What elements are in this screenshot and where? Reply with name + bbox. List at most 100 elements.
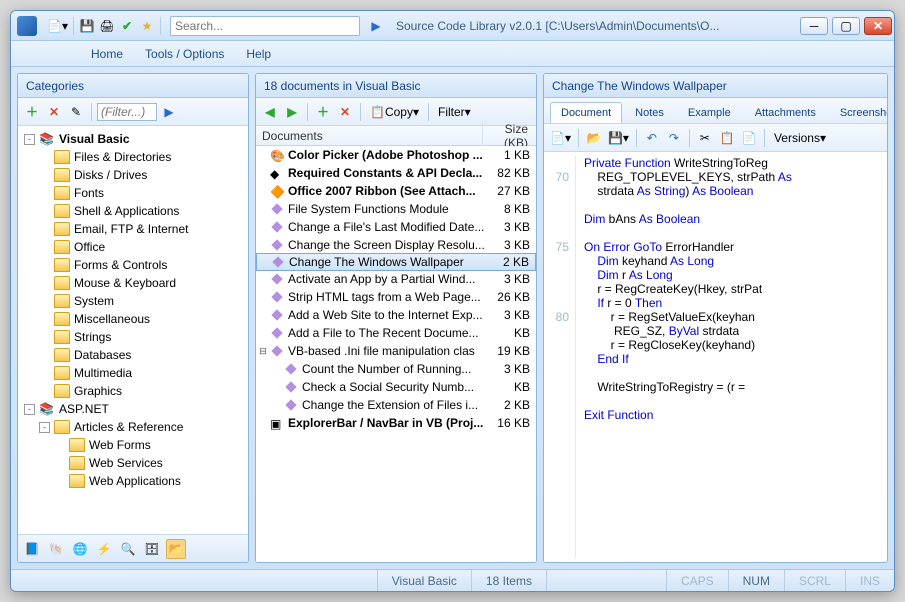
status-language: Visual Basic [377, 570, 471, 591]
search-input[interactable] [170, 16, 360, 36]
tree-item[interactable]: System [20, 292, 246, 310]
documents-list-header[interactable]: Documents Size (KB) [256, 126, 536, 146]
new-button[interactable]: 📄▾ [45, 16, 70, 36]
app-logo-icon [17, 16, 37, 36]
document-row[interactable]: Count the Number of Running...3 KB [256, 360, 536, 378]
tab-example[interactable]: Example [677, 102, 742, 123]
tree-item[interactable]: Web Applications [20, 472, 246, 490]
filter-button[interactable]: Filter ▾ [434, 102, 475, 122]
detail-copy-button[interactable]: 📋 [717, 128, 737, 148]
save-button[interactable]: 💾 [77, 16, 97, 36]
detail-tabs: Document Notes Example Attachments Scree… [544, 98, 887, 124]
tab-notes[interactable]: Notes [624, 102, 675, 123]
detail-open-button[interactable]: 📂 [584, 128, 604, 148]
tab-attachments[interactable]: Attachments [744, 102, 827, 123]
categories-filter-input[interactable] [97, 103, 157, 121]
document-row[interactable]: 🎨Color Picker (Adobe Photoshop ...1 KB [256, 146, 536, 164]
maximize-button[interactable]: ▢ [832, 17, 860, 35]
document-row[interactable]: Change The Windows Wallpaper2 KB [256, 253, 536, 271]
categories-filter-go[interactable]: ▶ [159, 102, 179, 122]
categories-bottom-bar: 📘 🐚 🌐 ⚡ 🔍 🗄 📂 [18, 534, 248, 562]
tree-item[interactable]: Disks / Drives [20, 166, 246, 184]
tree-item[interactable]: Web Services [20, 454, 246, 472]
document-row[interactable]: Check a Social Security Numb...KB [256, 378, 536, 396]
tab-screenshots[interactable]: Screenshots [829, 102, 888, 123]
detail-new-button[interactable]: 📄▾ [548, 128, 573, 148]
detail-undo-button[interactable]: ↶ [642, 128, 662, 148]
statusbar: Visual Basic 18 Items CAPS NUM SCRL INS [11, 569, 894, 591]
document-row[interactable]: Strip HTML tags from a Web Page...26 KB [256, 288, 536, 306]
tree-item[interactable]: Fonts [20, 184, 246, 202]
categories-title: Categories [18, 74, 248, 98]
tree-item[interactable]: Graphics [20, 382, 246, 400]
code-editor[interactable]: 70 75 80 Private Function WriteStringToR… [544, 152, 887, 562]
view-lang-icon[interactable]: 🐚 [46, 539, 66, 559]
tree-item[interactable]: Miscellaneous [20, 310, 246, 328]
delete-doc-button[interactable]: ✕ [335, 102, 355, 122]
tree-item[interactable]: Web Forms [20, 436, 246, 454]
categories-panel: Categories ＋ ✕ ✎ ▶ -📚Visual BasicFiles &… [17, 73, 249, 563]
tree-item[interactable]: Databases [20, 346, 246, 364]
tree-item[interactable]: Shell & Applications [20, 202, 246, 220]
check-button[interactable]: ✔ [117, 16, 137, 36]
add-category-button[interactable]: ＋ [22, 102, 42, 122]
workspace: Categories ＋ ✕ ✎ ▶ -📚Visual BasicFiles &… [11, 67, 894, 569]
document-row[interactable]: ▣ExplorerBar / NavBar in VB (Proj...16 K… [256, 414, 536, 432]
tree-item[interactable]: Files & Directories [20, 148, 246, 166]
tree-item[interactable]: Strings [20, 328, 246, 346]
document-row[interactable]: Change the Extension of Files i...2 KB [256, 396, 536, 414]
copy-button[interactable]: 📋 Copy ▾ [366, 102, 423, 122]
titlebar: 📄▾ 💾 🖨 ✔ ★ ▶ Source Code Library v2.0.1 … [11, 11, 894, 41]
detail-save-button[interactable]: 💾▾ [606, 128, 631, 148]
search-go-button[interactable]: ▶ [366, 16, 386, 36]
document-row[interactable]: Add a Web Site to the Internet Exp...3 K… [256, 306, 536, 324]
tree-item[interactable]: -📚Visual Basic [20, 130, 246, 148]
window-title: Source Code Library v2.0.1 [C:\Users\Adm… [386, 19, 798, 33]
document-row[interactable]: Add a File to The Recent Docume...KB [256, 324, 536, 342]
print-button[interactable]: 🖨 [97, 16, 117, 36]
document-row[interactable]: Change the Screen Display Resolu...3 KB [256, 236, 536, 254]
detail-redo-button[interactable]: ↷ [664, 128, 684, 148]
status-caps: CAPS [666, 570, 728, 591]
col-documents[interactable]: Documents [256, 129, 482, 143]
add-doc-button[interactable]: ＋ [313, 102, 333, 122]
menu-help[interactable]: Help [246, 47, 271, 61]
detail-paste-button[interactable]: 📄 [739, 128, 759, 148]
status-num: NUM [728, 570, 784, 591]
versions-button[interactable]: Versions ▾ [770, 128, 830, 148]
document-row[interactable]: 🔶Office 2007 Ribbon (See Attach...27 KB [256, 182, 536, 200]
delete-category-button[interactable]: ✕ [44, 102, 64, 122]
view-tree-icon[interactable]: 📘 [22, 539, 42, 559]
document-row[interactable]: ⊟VB-based .Ini file manipulation clas19 … [256, 342, 536, 360]
tree-item[interactable]: Mouse & Keyboard [20, 274, 246, 292]
tree-item[interactable]: -Articles & Reference [20, 418, 246, 436]
tab-document[interactable]: Document [550, 102, 622, 123]
minimize-button[interactable]: ─ [800, 17, 828, 35]
view-db-icon[interactable]: 🗄 [142, 539, 162, 559]
document-row[interactable]: ◆Required Constants & API Decla...82 KB [256, 164, 536, 182]
tree-item[interactable]: Office [20, 238, 246, 256]
menu-home[interactable]: Home [91, 47, 123, 61]
menu-tools[interactable]: Tools / Options [145, 47, 224, 61]
forward-button[interactable]: ▶ [282, 102, 302, 122]
favorite-button[interactable]: ★ [137, 16, 157, 36]
status-ins: INS [845, 570, 894, 591]
back-button[interactable]: ◀ [260, 102, 280, 122]
categories-tree[interactable]: -📚Visual BasicFiles & DirectoriesDisks /… [18, 126, 248, 534]
edit-category-button[interactable]: ✎ [66, 102, 86, 122]
document-row[interactable]: File System Functions Module8 KB [256, 200, 536, 218]
documents-list[interactable]: 🎨Color Picker (Adobe Photoshop ...1 KB ◆… [256, 146, 536, 562]
document-row[interactable]: Activate an App by a Partial Wind...3 KB [256, 270, 536, 288]
view-active-icon[interactable]: 📂 [166, 539, 186, 559]
detail-cut-button[interactable]: ✂ [695, 128, 715, 148]
tree-item[interactable]: Forms & Controls [20, 256, 246, 274]
view-search-icon[interactable]: 🔍 [118, 539, 138, 559]
view-web-icon[interactable]: 🌐 [70, 539, 90, 559]
close-button[interactable]: ✕ [864, 17, 892, 35]
tree-item[interactable]: Email, FTP & Internet [20, 220, 246, 238]
tree-item[interactable]: Multimedia [20, 364, 246, 382]
tree-item[interactable]: -📚ASP.NET [20, 400, 246, 418]
documents-panel: 18 documents in Visual Basic ◀ ▶ ＋ ✕ 📋 C… [255, 73, 537, 563]
document-row[interactable]: Change a File's Last Modified Date...3 K… [256, 218, 536, 236]
view-fav-icon[interactable]: ⚡ [94, 539, 114, 559]
